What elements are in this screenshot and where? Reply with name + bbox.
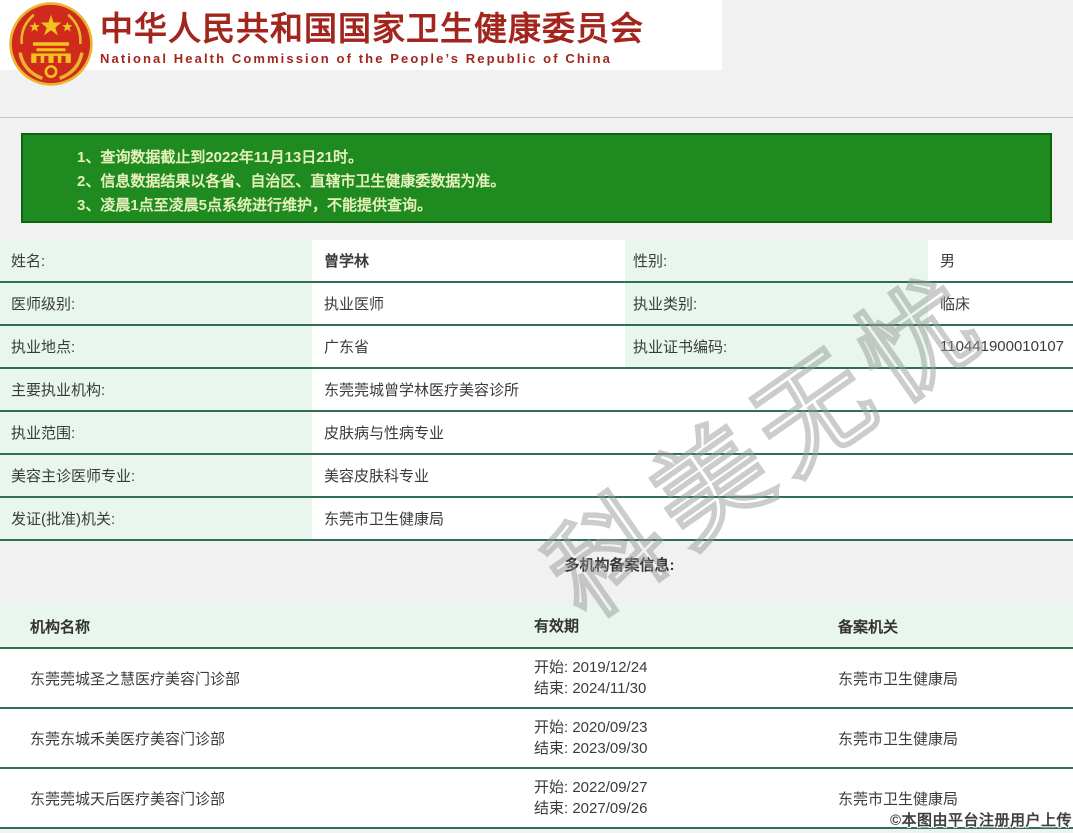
field-value-certificate-number: 110441900010107 — [931, 326, 1073, 367]
registration-table: 机构名称 有效期 备案机关 东莞莞城圣之慧医疗美容门诊部 开始: 2019/12… — [0, 605, 1073, 829]
field-label-doctor-level: 医师级别: — [0, 283, 312, 324]
query-notice-box: 1、查询数据截止到2022年11月13日21时。 2、信息数据结果以各省、自治区… — [21, 133, 1052, 223]
field-value-main-institution: 东莞莞城曾学林医疗美容诊所 — [315, 369, 1073, 410]
table-row: 美容主诊医师专业: 美容皮肤科专业 — [0, 455, 1073, 498]
header-divider — [0, 117, 1073, 118]
field-label-certificate-number: 执业证书编码: — [625, 326, 928, 367]
multi-institution-section-title: 多机构备案信息: — [83, 554, 1073, 575]
registration-table-header: 机构名称 有效期 备案机关 — [0, 605, 1073, 649]
table-row: 执业范围: 皮肤病与性病专业 — [0, 412, 1073, 455]
field-value-practice-scope: 皮肤病与性病专业 — [315, 412, 1073, 453]
field-label-practice-scope: 执业范围: — [0, 412, 312, 453]
doctor-info-table: 姓名: 曾学林 性别: 男 医师级别: 执业医师 执业类别: 临床 执业地点: … — [0, 240, 1073, 541]
notice-line-1: 1、查询数据截止到2022年11月13日21时。 — [77, 146, 1040, 170]
uploader-stamp-watermark: ©本图由平台注册用户上传 — [890, 809, 1072, 830]
registration-validity: 开始: 2022/09/27 结束: 2027/09/26 — [534, 777, 838, 819]
field-value-cosmetic-specialty: 美容皮肤科专业 — [315, 455, 1073, 496]
field-value-doctor-level: 执业医师 — [315, 283, 622, 324]
validity-end: 结束: 2027/09/26 — [534, 798, 838, 819]
license-query-result-page: 中华人民共和国国家卫生健康委员会 National Health Commiss… — [0, 0, 1073, 833]
field-value-practice-category: 临床 — [931, 283, 1073, 324]
registration-authority: 东莞市卫生健康局 — [838, 728, 1073, 749]
registration-validity: 开始: 2020/09/23 结束: 2023/09/30 — [534, 717, 838, 759]
site-title-english: National Health Commission of the People… — [100, 51, 644, 66]
table-row: 东莞莞城圣之慧医疗美容门诊部 开始: 2019/12/24 结束: 2024/1… — [0, 649, 1073, 709]
site-header: 中华人民共和国国家卫生健康委员会 National Health Commiss… — [0, 0, 722, 70]
registration-institution: 东莞东城禾美医疗美容门诊部 — [0, 728, 534, 749]
table-row: 主要执业机构: 东莞莞城曾学林医疗美容诊所 — [0, 369, 1073, 412]
validity-start: 开始: 2022/09/27 — [534, 777, 838, 798]
notice-line-2: 2、信息数据结果以各省、自治区、直辖市卫生健康委数据为准。 — [77, 170, 1040, 194]
site-title-block: 中华人民共和国国家卫生健康委员会 National Health Commiss… — [100, 9, 644, 66]
table-row: 发证(批准)机关: 东莞市卫生健康局 — [0, 498, 1073, 541]
table-row: 姓名: 曾学林 性别: 男 — [0, 240, 1073, 283]
field-value-issuing-authority: 东莞市卫生健康局 — [315, 498, 1073, 539]
table-row: 执业地点: 广东省 执业证书编码: 110441900010107 — [0, 326, 1073, 369]
registration-validity: 开始: 2019/12/24 结束: 2024/11/30 — [534, 657, 838, 699]
field-label-gender: 性别: — [625, 240, 928, 281]
column-header-institution: 机构名称 — [0, 616, 534, 637]
site-title-chinese: 中华人民共和国国家卫生健康委员会 — [100, 9, 644, 49]
validity-start: 开始: 2020/09/23 — [534, 717, 838, 738]
table-row: 东莞东城禾美医疗美容门诊部 开始: 2020/09/23 结束: 2023/09… — [0, 709, 1073, 769]
column-header-validity: 有效期 — [534, 616, 838, 637]
validity-end: 结束: 2023/09/30 — [534, 738, 838, 759]
national-emblem-icon — [7, 1, 95, 87]
field-label-issuing-authority: 发证(批准)机关: — [0, 498, 312, 539]
field-label-name: 姓名: — [0, 240, 312, 281]
registration-institution: 东莞莞城天后医疗美容门诊部 — [0, 788, 534, 809]
notice-line-3: 3、凌晨1点至凌晨5点系统进行维护，不能提供查询。 — [77, 194, 1040, 218]
validity-start: 开始: 2019/12/24 — [534, 657, 838, 678]
field-label-cosmetic-specialty: 美容主诊医师专业: — [0, 455, 312, 496]
validity-end: 结束: 2024/11/30 — [534, 678, 838, 699]
field-label-practice-location: 执业地点: — [0, 326, 312, 367]
registration-authority: 东莞市卫生健康局 — [838, 668, 1073, 689]
field-label-main-institution: 主要执业机构: — [0, 369, 312, 410]
field-value-name: 曾学林 — [315, 240, 622, 281]
table-row: 医师级别: 执业医师 执业类别: 临床 — [0, 283, 1073, 326]
registration-institution: 东莞莞城圣之慧医疗美容门诊部 — [0, 668, 534, 689]
field-value-gender: 男 — [931, 240, 1073, 281]
column-header-authority: 备案机关 — [838, 616, 1073, 637]
field-value-practice-location: 广东省 — [315, 326, 622, 367]
registration-authority: 东莞市卫生健康局 — [838, 788, 1073, 809]
field-label-practice-category: 执业类别: — [625, 283, 928, 324]
